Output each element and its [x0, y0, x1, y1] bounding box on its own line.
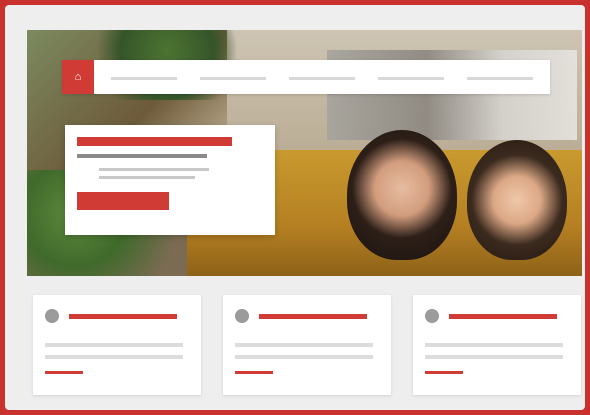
browser-frame: ⌂ — [5, 5, 585, 410]
promo-cta-button[interactable] — [77, 192, 169, 210]
card-text — [425, 355, 563, 359]
top-navigation: ⌂ — [62, 60, 550, 94]
nav-links — [94, 75, 550, 80]
card-link[interactable] — [45, 371, 83, 374]
circle-icon — [425, 309, 439, 323]
circle-icon — [235, 309, 249, 323]
person-figure — [347, 130, 457, 260]
nav-link-2[interactable] — [200, 75, 267, 80]
promo-bullet — [99, 168, 209, 171]
nav-link-1[interactable] — [111, 75, 178, 80]
card-link[interactable] — [425, 371, 463, 374]
card-text — [45, 355, 183, 359]
promo-bullet — [99, 176, 195, 179]
nav-link-3[interactable] — [288, 75, 355, 80]
feature-card-3[interactable] — [413, 295, 581, 395]
card-text — [235, 343, 373, 347]
card-text — [45, 343, 183, 347]
card-title — [259, 313, 367, 319]
nav-link-5[interactable] — [466, 75, 533, 80]
feature-card-1[interactable] — [33, 295, 201, 395]
card-text — [235, 355, 373, 359]
nav-link-4[interactable] — [377, 75, 444, 80]
promo-title — [77, 137, 232, 146]
card-link[interactable] — [235, 371, 273, 374]
card-title — [449, 313, 557, 319]
feature-cards — [33, 295, 583, 395]
circle-icon — [45, 309, 59, 323]
feature-card-2[interactable] — [223, 295, 391, 395]
card-title — [69, 313, 177, 319]
home-logo-icon[interactable]: ⌂ — [62, 60, 94, 94]
promo-panel — [65, 125, 275, 235]
promo-subtitle — [77, 154, 207, 158]
card-text — [425, 343, 563, 347]
person-figure — [467, 140, 567, 260]
